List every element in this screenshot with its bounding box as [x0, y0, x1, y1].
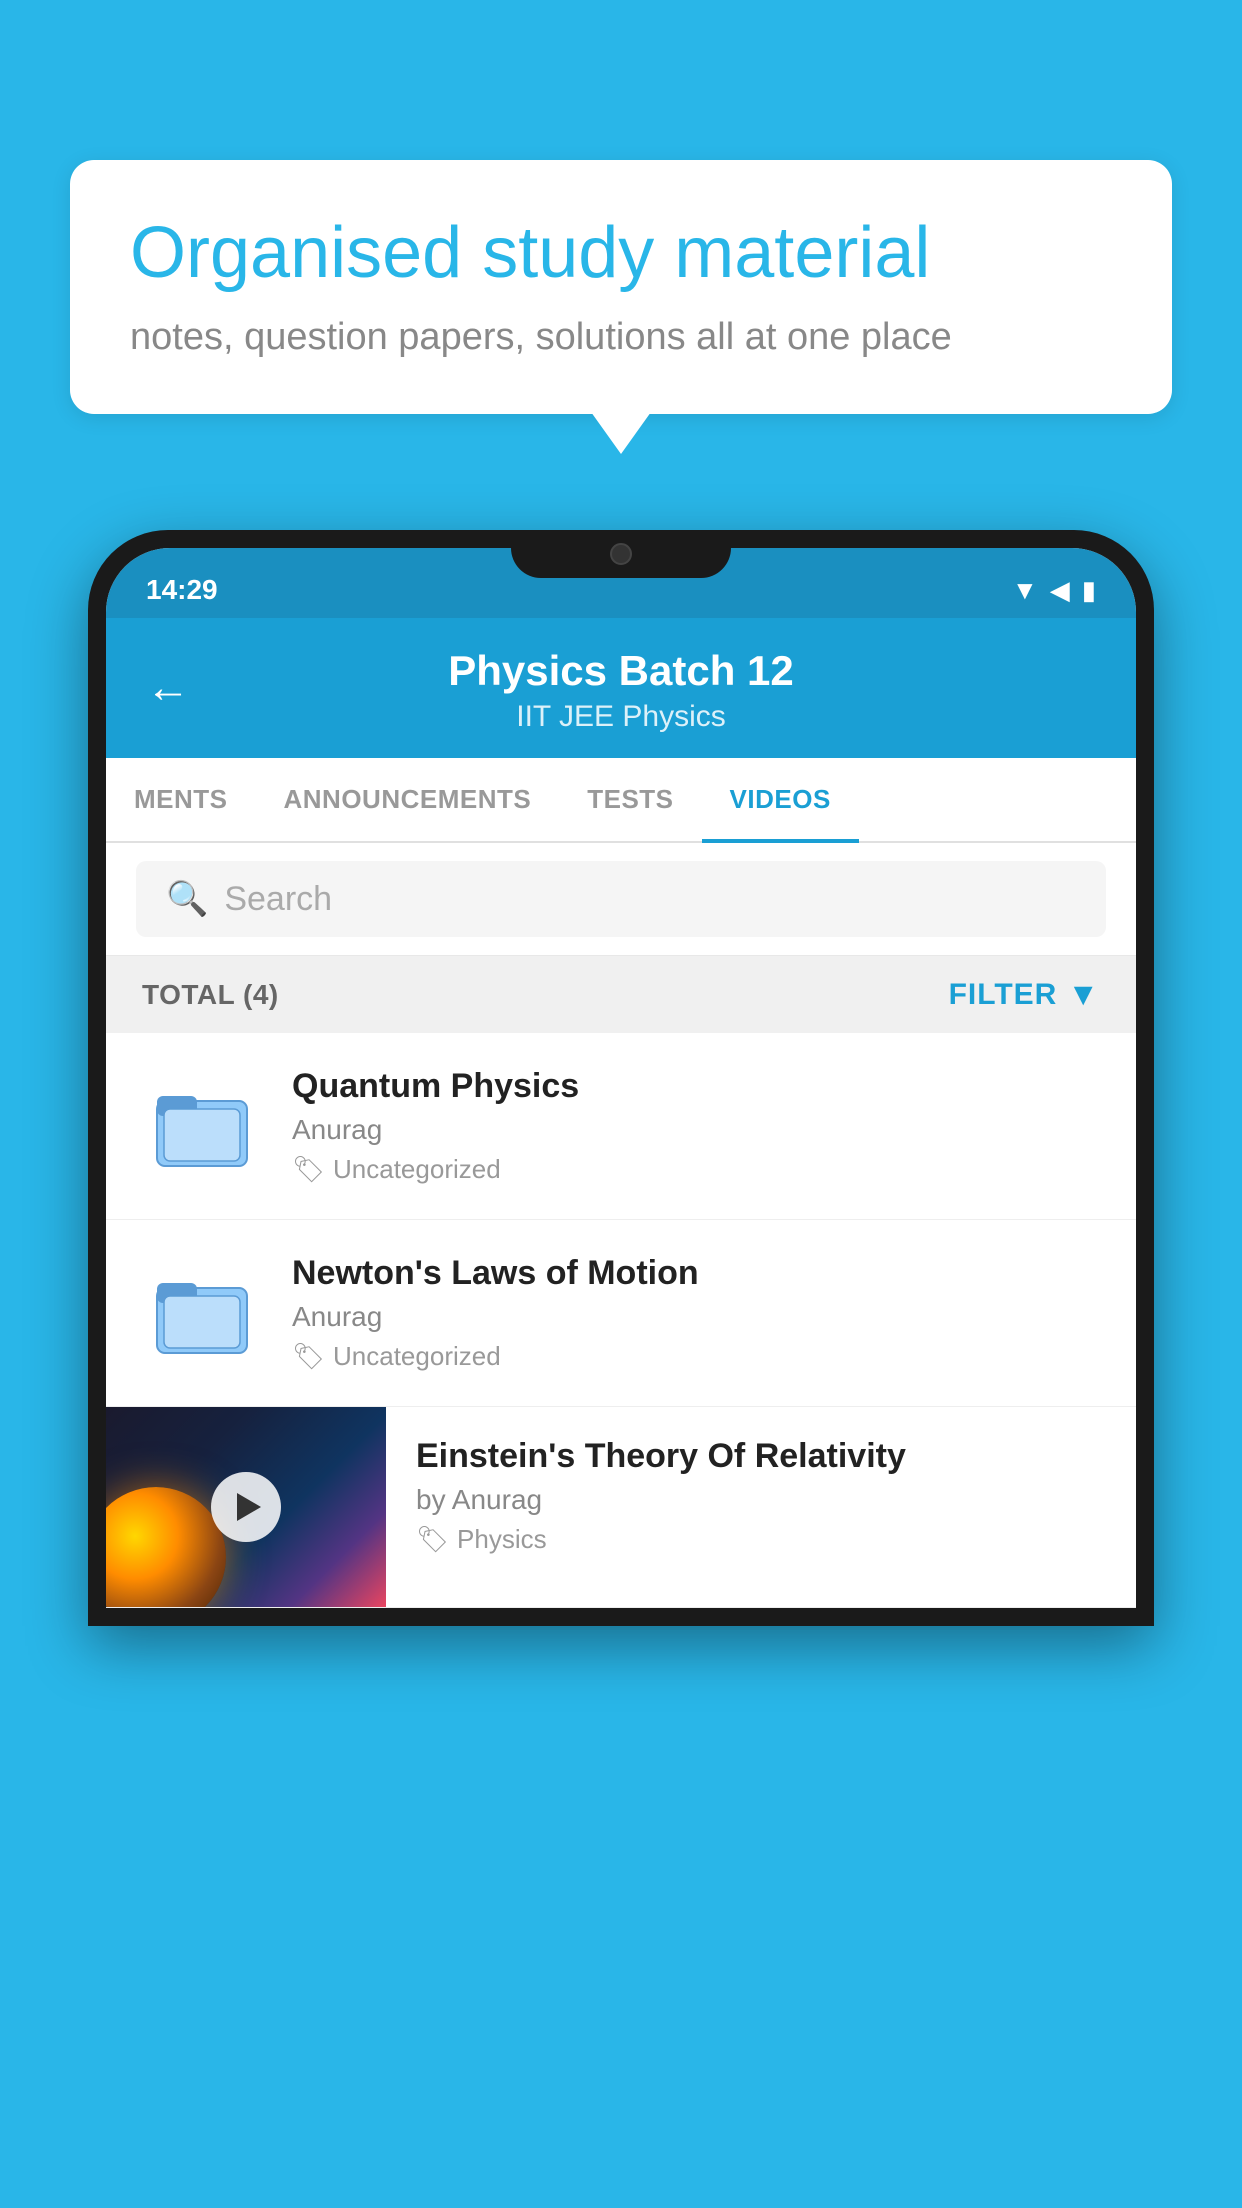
signal-icon: ◀ — [1050, 575, 1070, 606]
video-author: by Anurag — [416, 1484, 1106, 1516]
app-header: ← Physics Batch 12 IIT JEE Physics — [106, 618, 1136, 758]
folder-icon — [152, 1268, 252, 1358]
filter-icon: ▼ — [1067, 976, 1100, 1013]
phone-wrapper: 14:29 ▼ ◀ ▮ ← Physics Batch 12 IIT JEE P… — [88, 530, 1154, 2208]
search-input[interactable]: Search — [224, 880, 332, 919]
header-subtitle: IIT JEE Physics — [146, 700, 1096, 734]
bubble-title: Organised study material — [130, 210, 1112, 296]
camera-dot — [610, 543, 632, 565]
video-info: Einstein's Theory Of Relativity by Anura… — [386, 1407, 1136, 1585]
video-list: Quantum Physics Anurag 🏷 Uncategorized — [106, 1033, 1136, 1608]
video-tag: 🏷 Uncategorized — [292, 1341, 1100, 1372]
video-tag: 🏷 Uncategorized — [292, 1154, 1100, 1185]
search-bar-container: 🔍 Search — [106, 843, 1136, 956]
list-item[interactable]: Newton's Laws of Motion Anurag 🏷 Uncateg… — [106, 1220, 1136, 1407]
tab-tests[interactable]: TESTS — [559, 758, 701, 841]
search-icon: 🔍 — [166, 879, 208, 919]
play-icon — [237, 1493, 261, 1521]
filter-bar: TOTAL (4) FILTER ▼ — [106, 956, 1136, 1033]
wifi-icon: ▼ — [1012, 575, 1038, 606]
video-title: Einstein's Theory Of Relativity — [416, 1437, 1106, 1476]
folder-thumbnail — [142, 1263, 262, 1363]
tab-ments[interactable]: MENTS — [106, 758, 256, 841]
tag-icon: 🏷 — [292, 1154, 325, 1185]
tag-icon: 🏷 — [416, 1524, 449, 1555]
speech-bubble: Organised study material notes, question… — [70, 160, 1172, 414]
video-author: Anurag — [292, 1114, 1100, 1146]
phone-outer: 14:29 ▼ ◀ ▮ ← Physics Batch 12 IIT JEE P… — [88, 530, 1154, 1626]
status-icons: ▼ ◀ ▮ — [1012, 575, 1096, 606]
list-item[interactable]: Einstein's Theory Of Relativity by Anura… — [106, 1407, 1136, 1608]
tag-icon: 🏷 — [292, 1341, 325, 1372]
tab-videos[interactable]: VIDEOS — [702, 758, 859, 841]
battery-icon: ▮ — [1082, 575, 1096, 606]
video-author: Anurag — [292, 1301, 1100, 1333]
video-info: Quantum Physics Anurag 🏷 Uncategorized — [292, 1067, 1100, 1185]
tabs-bar: MENTS ANNOUNCEMENTS TESTS VIDEOS — [106, 758, 1136, 843]
filter-button[interactable]: FILTER ▼ — [949, 976, 1100, 1013]
tab-announcements[interactable]: ANNOUNCEMENTS — [256, 758, 560, 841]
back-button[interactable]: ← — [146, 663, 190, 713]
tag-label: Uncategorized — [333, 1341, 501, 1372]
total-count: TOTAL (4) — [142, 979, 279, 1011]
filter-label: FILTER — [949, 978, 1058, 1012]
list-item[interactable]: Quantum Physics Anurag 🏷 Uncategorized — [106, 1033, 1136, 1220]
phone-notch — [511, 530, 731, 578]
folder-thumbnail — [142, 1076, 262, 1176]
search-bar[interactable]: 🔍 Search — [136, 861, 1106, 937]
bubble-subtitle: notes, question papers, solutions all at… — [130, 316, 1112, 359]
thumbnail-planet — [106, 1487, 226, 1607]
header-title: Physics Batch 12 — [146, 646, 1096, 696]
tag-label: Physics — [457, 1524, 547, 1555]
tag-label: Uncategorized — [333, 1154, 501, 1185]
phone-screen: 14:29 ▼ ◀ ▮ ← Physics Batch 12 IIT JEE P… — [106, 548, 1136, 1608]
video-thumbnail — [106, 1407, 386, 1607]
video-tag: 🏷 Physics — [416, 1524, 1106, 1555]
video-title: Newton's Laws of Motion — [292, 1254, 1100, 1293]
folder-icon — [152, 1081, 252, 1171]
status-time: 14:29 — [146, 574, 218, 606]
video-info: Newton's Laws of Motion Anurag 🏷 Uncateg… — [292, 1254, 1100, 1372]
author-by-label: by Anurag — [416, 1484, 542, 1515]
video-title: Quantum Physics — [292, 1067, 1100, 1106]
play-button[interactable] — [211, 1472, 281, 1542]
